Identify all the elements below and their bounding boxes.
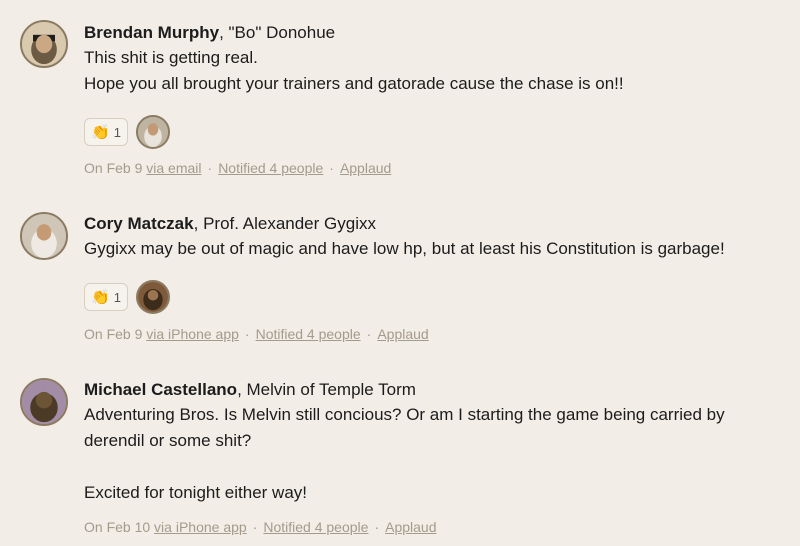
comment-line: Hope you all brought your trainers and g… xyxy=(84,74,624,93)
clapping-hands-icon: 👏 xyxy=(91,288,110,306)
applaud-link[interactable]: Applaud xyxy=(377,326,428,342)
boost-count: 1 xyxy=(113,289,121,305)
avatar[interactable] xyxy=(20,212,68,260)
comment-meta: On Feb 9 via email · Notified 4 people · App… xyxy=(84,160,392,176)
booster-avatar[interactable] xyxy=(136,115,170,149)
comment-line: This shit is getting real. xyxy=(84,48,258,67)
character-name: "Bo" Donohue xyxy=(228,23,336,42)
clapping-hands-icon: 👏 xyxy=(91,123,110,141)
comment: Cory Matczak, Prof. Alexander Gygixx Gyg… xyxy=(0,190,800,360)
notified-link[interactable]: Notified 4 people xyxy=(263,519,368,535)
author-name[interactable]: Cory Matczak xyxy=(84,214,194,233)
boost-button[interactable]: 👏 1 xyxy=(84,118,128,146)
boosts: 👏 1 xyxy=(84,115,170,149)
boost-button[interactable]: 👏 1 xyxy=(84,283,128,311)
character-name: Melvin of Temple Torm xyxy=(246,380,416,399)
booster-avatar[interactable] xyxy=(136,280,170,314)
boost-count: 1 xyxy=(113,124,121,140)
via-link[interactable]: via iPhone app xyxy=(146,326,239,342)
comment-line: Gygixx may be out of magic and have low … xyxy=(84,239,725,258)
comment-date: On Feb 9 xyxy=(84,160,143,176)
comment-line: derendil or some shit? xyxy=(84,431,252,450)
notified-link[interactable]: Notified 4 people xyxy=(218,160,323,176)
character-name: Prof. Alexander Gygixx xyxy=(203,214,376,233)
comment: Michael Castellano, Melvin of Temple Tor… xyxy=(0,360,800,546)
comment-date: On Feb 9 xyxy=(84,326,143,342)
comment-line xyxy=(84,454,784,480)
avatar[interactable] xyxy=(20,20,68,68)
boosts: 👏 1 xyxy=(84,280,170,314)
via-link[interactable]: via email xyxy=(146,160,201,176)
comment-line: Excited for tonight either way! xyxy=(84,483,308,502)
notified-link[interactable]: Notified 4 people xyxy=(256,326,361,342)
via-link[interactable]: via iPhone app xyxy=(154,519,247,535)
avatar[interactable] xyxy=(20,378,68,426)
comment-date: On Feb 10 xyxy=(84,519,151,535)
comment-line: Adventuring Bros. Is Melvin still concio… xyxy=(84,405,725,424)
applaud-link[interactable]: Applaud xyxy=(340,160,391,176)
comment-meta: On Feb 9 via iPhone app · Notified 4 peopl… xyxy=(84,326,429,342)
applaud-link[interactable]: Applaud xyxy=(385,519,436,535)
author-name[interactable]: Brendan Murphy xyxy=(84,23,219,42)
comment-meta: On Feb 10 via iPhone app · Notified 4 peop… xyxy=(84,519,437,535)
comment: Brendan Murphy, "Bo" Donohue This shit i… xyxy=(0,0,800,190)
author-name[interactable]: Michael Castellano xyxy=(84,380,237,399)
